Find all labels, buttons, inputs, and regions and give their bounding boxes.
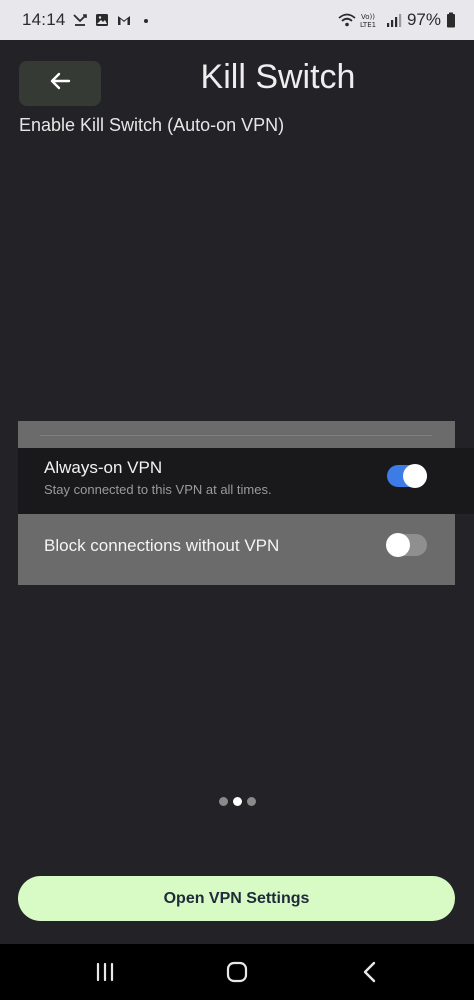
page-subtitle: Enable Kill Switch (Auto-on VPN)	[19, 115, 285, 135]
signal-icon	[386, 12, 402, 28]
page-indicator	[0, 797, 474, 806]
settings-card: Always-on VPN Stay connected to this VPN…	[18, 421, 474, 585]
always-on-vpn-title: Always-on VPN	[44, 458, 163, 477]
volte-icon: Vo)) LTE1	[359, 12, 381, 29]
image-icon	[94, 12, 110, 28]
block-connections-row[interactable]: Block connections without VPN	[18, 516, 455, 572]
navigation-bar	[0, 944, 474, 1000]
block-connections-toggle[interactable]	[386, 533, 427, 557]
screen: 14:14 Vo)) LTE1 97% Kill Switch Enable K…	[0, 0, 474, 1000]
always-on-vpn-description: Stay connected to this VPN at all times.	[44, 482, 272, 497]
always-on-vpn-toggle[interactable]	[387, 464, 427, 488]
recents-icon[interactable]	[91, 958, 119, 986]
page-dot	[218, 797, 228, 806]
status-time: 14:14	[22, 10, 66, 29]
divider	[40, 435, 432, 436]
back-icon[interactable]	[356, 958, 384, 986]
toggle-knob	[403, 464, 427, 488]
home-icon[interactable]	[223, 958, 251, 986]
page-dot	[246, 797, 256, 806]
open-vpn-settings-button[interactable]: Open VPN Settings	[18, 876, 455, 921]
battery-icon	[446, 12, 456, 28]
gmail-icon	[116, 12, 132, 28]
always-on-vpn-row[interactable]: Always-on VPN Stay connected to this VPN…	[18, 448, 474, 514]
wifi-icon	[338, 12, 356, 28]
status-left: 14:14	[22, 10, 154, 30]
block-connections-title: Block connections without VPN	[44, 536, 280, 555]
toggle-knob	[386, 533, 410, 557]
dot-icon	[138, 12, 154, 28]
page-title: Kill Switch	[200, 58, 356, 96]
page-dot-active	[232, 797, 242, 806]
svg-text:Vo)): Vo))	[361, 13, 375, 21]
status-right: Vo)) LTE1 97%	[338, 10, 456, 30]
arrow-left-icon	[49, 70, 71, 97]
status-bar: 14:14 Vo)) LTE1 97%	[0, 0, 474, 40]
battery-percent: 97%	[406, 10, 441, 29]
svg-text:LTE1: LTE1	[360, 21, 376, 28]
back-button[interactable]	[19, 61, 101, 106]
missed-call-icon	[72, 12, 88, 28]
